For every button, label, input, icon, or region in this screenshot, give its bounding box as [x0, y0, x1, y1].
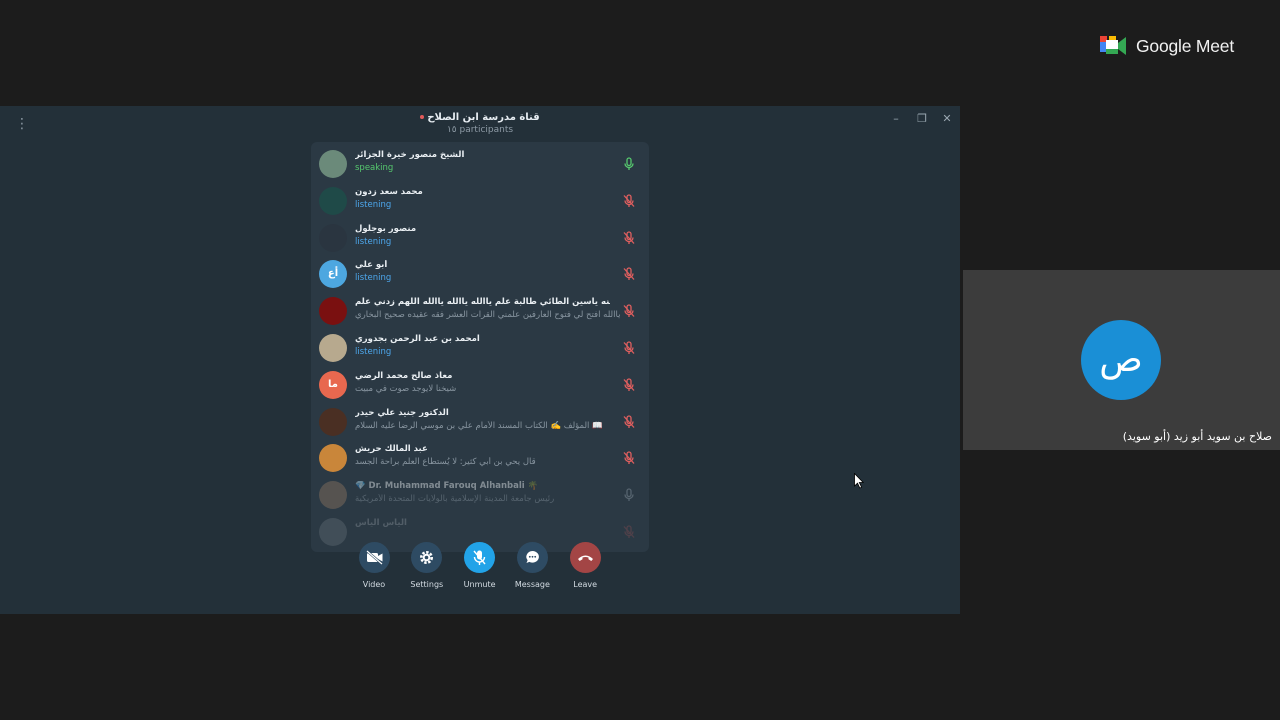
mic-muted-icon [621, 303, 637, 319]
participant-row[interactable]: عبد المالك حريش قال يحي بن أبي كثير: لا ي… [311, 440, 649, 477]
shared-screen: ⋮ – ❐ ✕ قناة مدرسة ابن الصلاح ١٥ partici… [0, 0, 960, 720]
participant-name: أبو علي [355, 260, 388, 271]
participant-name: عبد المالك حريش [355, 444, 428, 455]
participant-tile[interactable]: ص صلاح بن سويد أبو زيد (أبو سويد) [963, 270, 1280, 450]
mic-muted-icon [621, 230, 637, 246]
participant-avatar [319, 297, 347, 326]
video-label: Video [362, 580, 386, 589]
close-icon[interactable]: ✕ [937, 110, 957, 128]
participant-status: ياالله افتح لي فتوح العارفين علمني القرا… [355, 310, 620, 321]
live-dot-icon [420, 115, 425, 119]
participant-status: شيخنا لايوجد صوت في مبيت [355, 383, 457, 394]
participant-status: المؤلف ✍️ الكتاب المسند الأمام علي بن مو… [355, 420, 603, 431]
minimize-icon[interactable]: – [886, 110, 906, 128]
participant-status: listening [355, 273, 392, 284]
participant-status: قال يحي بن أبي كثير: لا يُستطاع العلم بر… [355, 457, 536, 468]
mic-muted-icon [621, 193, 637, 209]
participant-list[interactable]: الشيخ منصور خيرة الجزائر speaking محمد سعد… [311, 142, 649, 552]
participant-avatar [319, 444, 347, 473]
participant-avatar [319, 223, 347, 252]
mic-muted-icon [621, 450, 637, 466]
participant-row[interactable]: الشيخ منصور خيرة الجزائر speaking [311, 146, 649, 183]
participant-name: 💎 Dr. Muhammad Farouq Alhanbali 🌴 [355, 481, 539, 492]
participant-name: منصور بوجلول [355, 223, 417, 234]
unmute-label: Unmute [463, 580, 496, 589]
participant-status: رئيس جامعة المدينة الإسلامية بالولايات ا… [355, 494, 555, 505]
participant-avatar: ما [319, 370, 347, 399]
meet-stage: ⋮ – ❐ ✕ قناة مدرسة ابن الصلاح ١٥ partici… [0, 0, 1280, 720]
participant-name: معاذ صالح محمد الرضي [355, 370, 453, 381]
participant-row[interactable]: منصور بوجلول listening [311, 220, 649, 257]
participant-status: listening [355, 347, 392, 357]
participant-status: listening [355, 199, 392, 210]
settings-icon [411, 542, 443, 573]
meet-brand-text: Google Meet [1136, 36, 1234, 56]
google-meet-logo: Google Meet [1100, 34, 1250, 60]
presenter-name: صلاح بن سويد أبو زيد (أبو سويد) [1122, 430, 1272, 443]
mic-muted-icon [621, 377, 637, 393]
mic-muted-icon [621, 266, 637, 282]
participant-row[interactable]: ما معاذ صالح محمد الرضي شيخنا لايوجد صوت ف… [311, 367, 649, 404]
participant-row[interactable]: أع أبو علي listening [311, 256, 649, 293]
call-title: قناة مدرسة ابن الصلاح [380, 112, 580, 123]
participant-name: امحمد بن عبد الرحمن بجدوري [355, 334, 480, 344]
participant-avatar [319, 150, 347, 178]
participant-row[interactable]: حسينه ياسين الطائي طالبة علم ياالله ياال… [311, 293, 649, 330]
participant-count: ١٥ participants [446, 125, 514, 135]
participant-name: الشيخ منصور خيرة الجزائر [355, 150, 465, 160]
menu-dots-icon[interactable]: ⋮ [14, 116, 30, 132]
message-button[interactable]: Message [509, 542, 555, 589]
telegram-call-window: ⋮ – ❐ ✕ قناة مدرسة ابن الصلاح ١٥ partici… [0, 106, 960, 614]
participant-row[interactable]: امحمد بن عبد الرحمن بجدوري listening [311, 330, 649, 367]
participant-avatar: أع [319, 260, 347, 289]
participant-avatar [319, 186, 347, 215]
mic-icon [621, 487, 637, 503]
participant-name: الياس الياس [355, 518, 407, 528]
settings-button[interactable]: Settings [404, 542, 450, 589]
participant-status: speaking [355, 163, 394, 173]
participant-row[interactable]: محمد سعد زدون listening [311, 183, 649, 220]
restore-icon[interactable]: ❐ [912, 110, 932, 128]
mic-icon [621, 156, 637, 172]
settings-label: Settings [410, 580, 444, 589]
message-icon [516, 542, 548, 573]
message-label: Message [514, 580, 550, 589]
unmute-icon [464, 542, 496, 573]
participant-avatar [319, 334, 347, 362]
participant-avatar [319, 518, 347, 546]
participant-name: محمد سعد زدون [355, 186, 423, 197]
video-button[interactable]: Video [351, 542, 397, 589]
call-title-text: قناة مدرسة ابن الصلاح [427, 112, 540, 123]
leave-icon [569, 542, 601, 573]
leave-button[interactable]: Leave [562, 542, 608, 589]
mic-muted-icon [621, 414, 637, 430]
participant-name: الدكتور جنيد علي حيدر [355, 407, 449, 418]
participant-row[interactable]: 💎 Dr. Muhammad Farouq Alhanbali 🌴 رئيس جا… [311, 477, 649, 514]
participant-name: حسينه ياسين الطائي طالبة علم ياالله ياال… [355, 297, 610, 308]
participant-avatar [319, 481, 347, 510]
meet-camera-icon [1100, 36, 1126, 55]
participant-status: listening [355, 236, 392, 247]
presenter-avatar: ص [1081, 320, 1161, 400]
video-icon [358, 542, 390, 573]
call-controls: Video Settings Unmute Message Leave [350, 542, 610, 602]
leave-label: Leave [573, 580, 598, 589]
unmute-button[interactable]: Unmute [457, 542, 503, 589]
participant-row[interactable]: الدكتور جنيد علي حيدر المؤلف ✍️ الكتاب ال… [311, 404, 649, 441]
mic-muted-icon [621, 340, 637, 356]
mouse-cursor-icon [854, 473, 864, 489]
participant-avatar [319, 407, 347, 436]
mic-muted-icon [621, 524, 637, 540]
